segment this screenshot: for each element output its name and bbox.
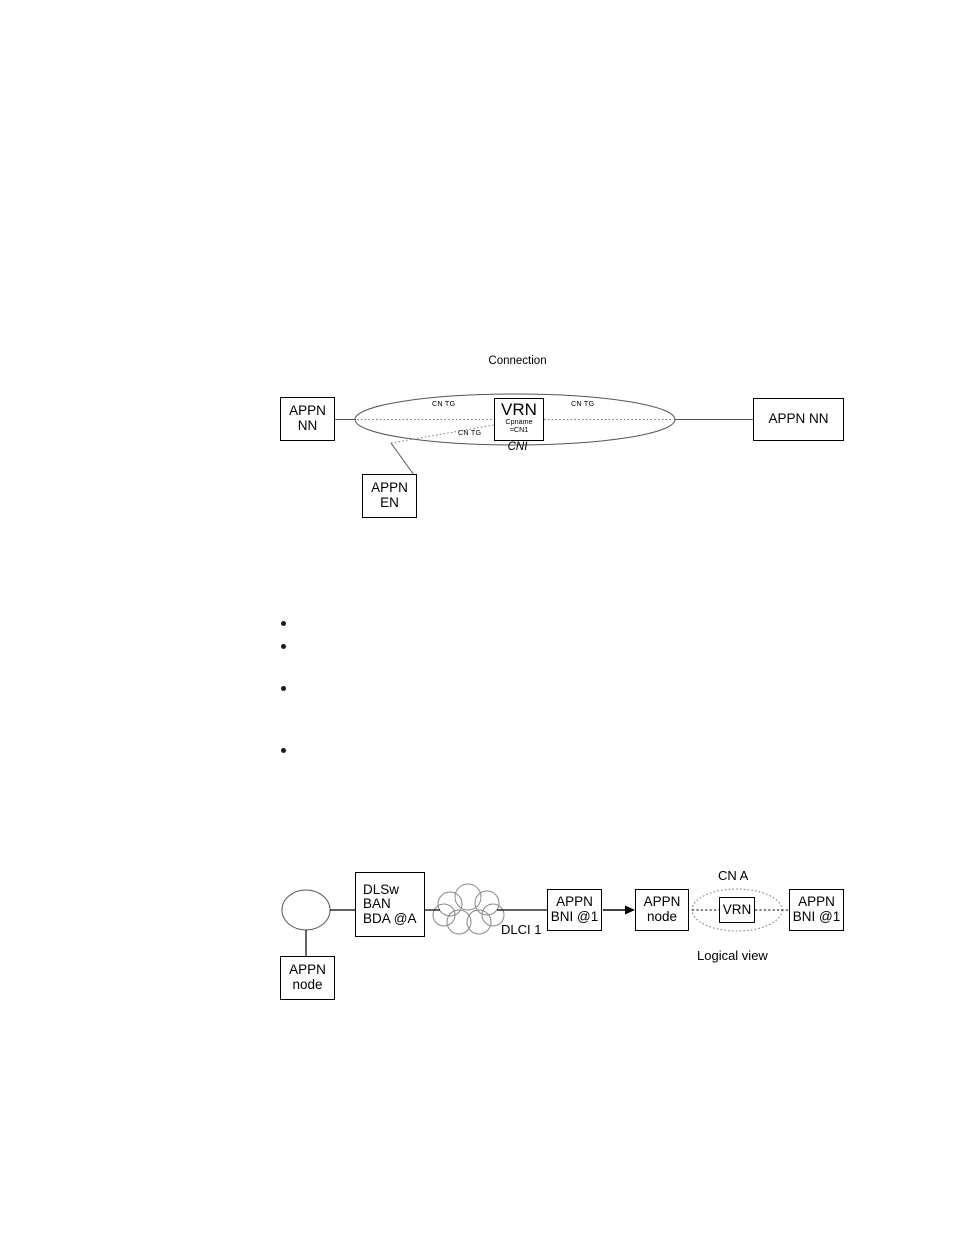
appn-en-line2: EN: [380, 495, 399, 510]
appn-node-mid-line1: APPN: [643, 894, 681, 910]
appn-bni-2-line2: BNI @1: [792, 909, 841, 924]
appn-bni-1-box[interactable]: APPN BNI @1: [547, 889, 602, 931]
appn-bni-2-box[interactable]: APPN BNI @1: [789, 889, 844, 931]
diagram-vector-layer: [281, 393, 789, 956]
cloud-icon: [432, 883, 505, 935]
link-appn-en-to-cn: [390, 442, 415, 476]
cn-a-label: CN A: [718, 868, 749, 883]
document-page: Connection Network CNI APPN NN APPN NN A…: [0, 0, 954, 1235]
appn-nn-left-line2: NN: [297, 418, 318, 433]
list-item-bullet-1: [281, 621, 286, 626]
vrn-box-top[interactable]: VRN Cpname =CN1: [494, 398, 544, 441]
vrn-name: VRN: [501, 400, 537, 419]
appn-en-box[interactable]: APPN EN: [362, 474, 417, 518]
appn-nn-left-box[interactable]: APPN NN: [280, 397, 335, 441]
appn-bni-1-line2: BNI @1: [550, 909, 599, 924]
list-item-bullet-2: [281, 644, 286, 649]
appn-nn-left-line1: APPN: [289, 403, 326, 419]
vrn-box-bottom[interactable]: VRN: [719, 897, 755, 923]
appn-node-left-box[interactable]: APPN node: [280, 956, 335, 1000]
cn-tg-upper-right-label: CN TG: [571, 399, 595, 408]
appn-nn-right-line1: APPN NN: [768, 411, 829, 427]
dlci-label: DLCI 1: [501, 922, 542, 937]
appn-bni-2-line1: APPN: [798, 894, 835, 910]
appn-node-mid-line2: node: [646, 909, 678, 924]
title-line-1: Connection: [488, 354, 547, 367]
dlsw-ban-bda-box[interactable]: DLSw BAN BDA @A: [355, 872, 425, 937]
appn-en-line1: APPN: [371, 480, 408, 496]
list-item-bullet-3: [281, 686, 286, 691]
title-line-3-cni: CNI: [507, 441, 528, 453]
appn-nn-right-box[interactable]: APPN NN: [753, 398, 844, 441]
vrn-bottom-line1: VRN: [722, 901, 752, 917]
list-item-bullet-4: [281, 748, 286, 753]
dlsw-line2: BAN: [363, 896, 391, 912]
dlsw-line1: DLSw: [363, 881, 400, 897]
arrow-right-icon: [603, 905, 635, 915]
appn-node-left-line2: node: [292, 977, 323, 992]
cn-tg-upper-left-label: CN TG: [432, 399, 456, 408]
appn-node-left-line1: APPN: [289, 962, 326, 978]
dlsw-line3: BDA @A: [363, 910, 417, 926]
appn-node-mid-box[interactable]: APPN node: [635, 889, 689, 931]
logical-view-label: Logical view: [697, 948, 768, 963]
appn-bni-1-line1: APPN: [556, 894, 593, 910]
cn-tg-lower-left-label: CN TG: [458, 428, 482, 437]
vrn-cpname-value: =CN1: [509, 425, 529, 435]
circle-node-icon: [281, 889, 331, 931]
